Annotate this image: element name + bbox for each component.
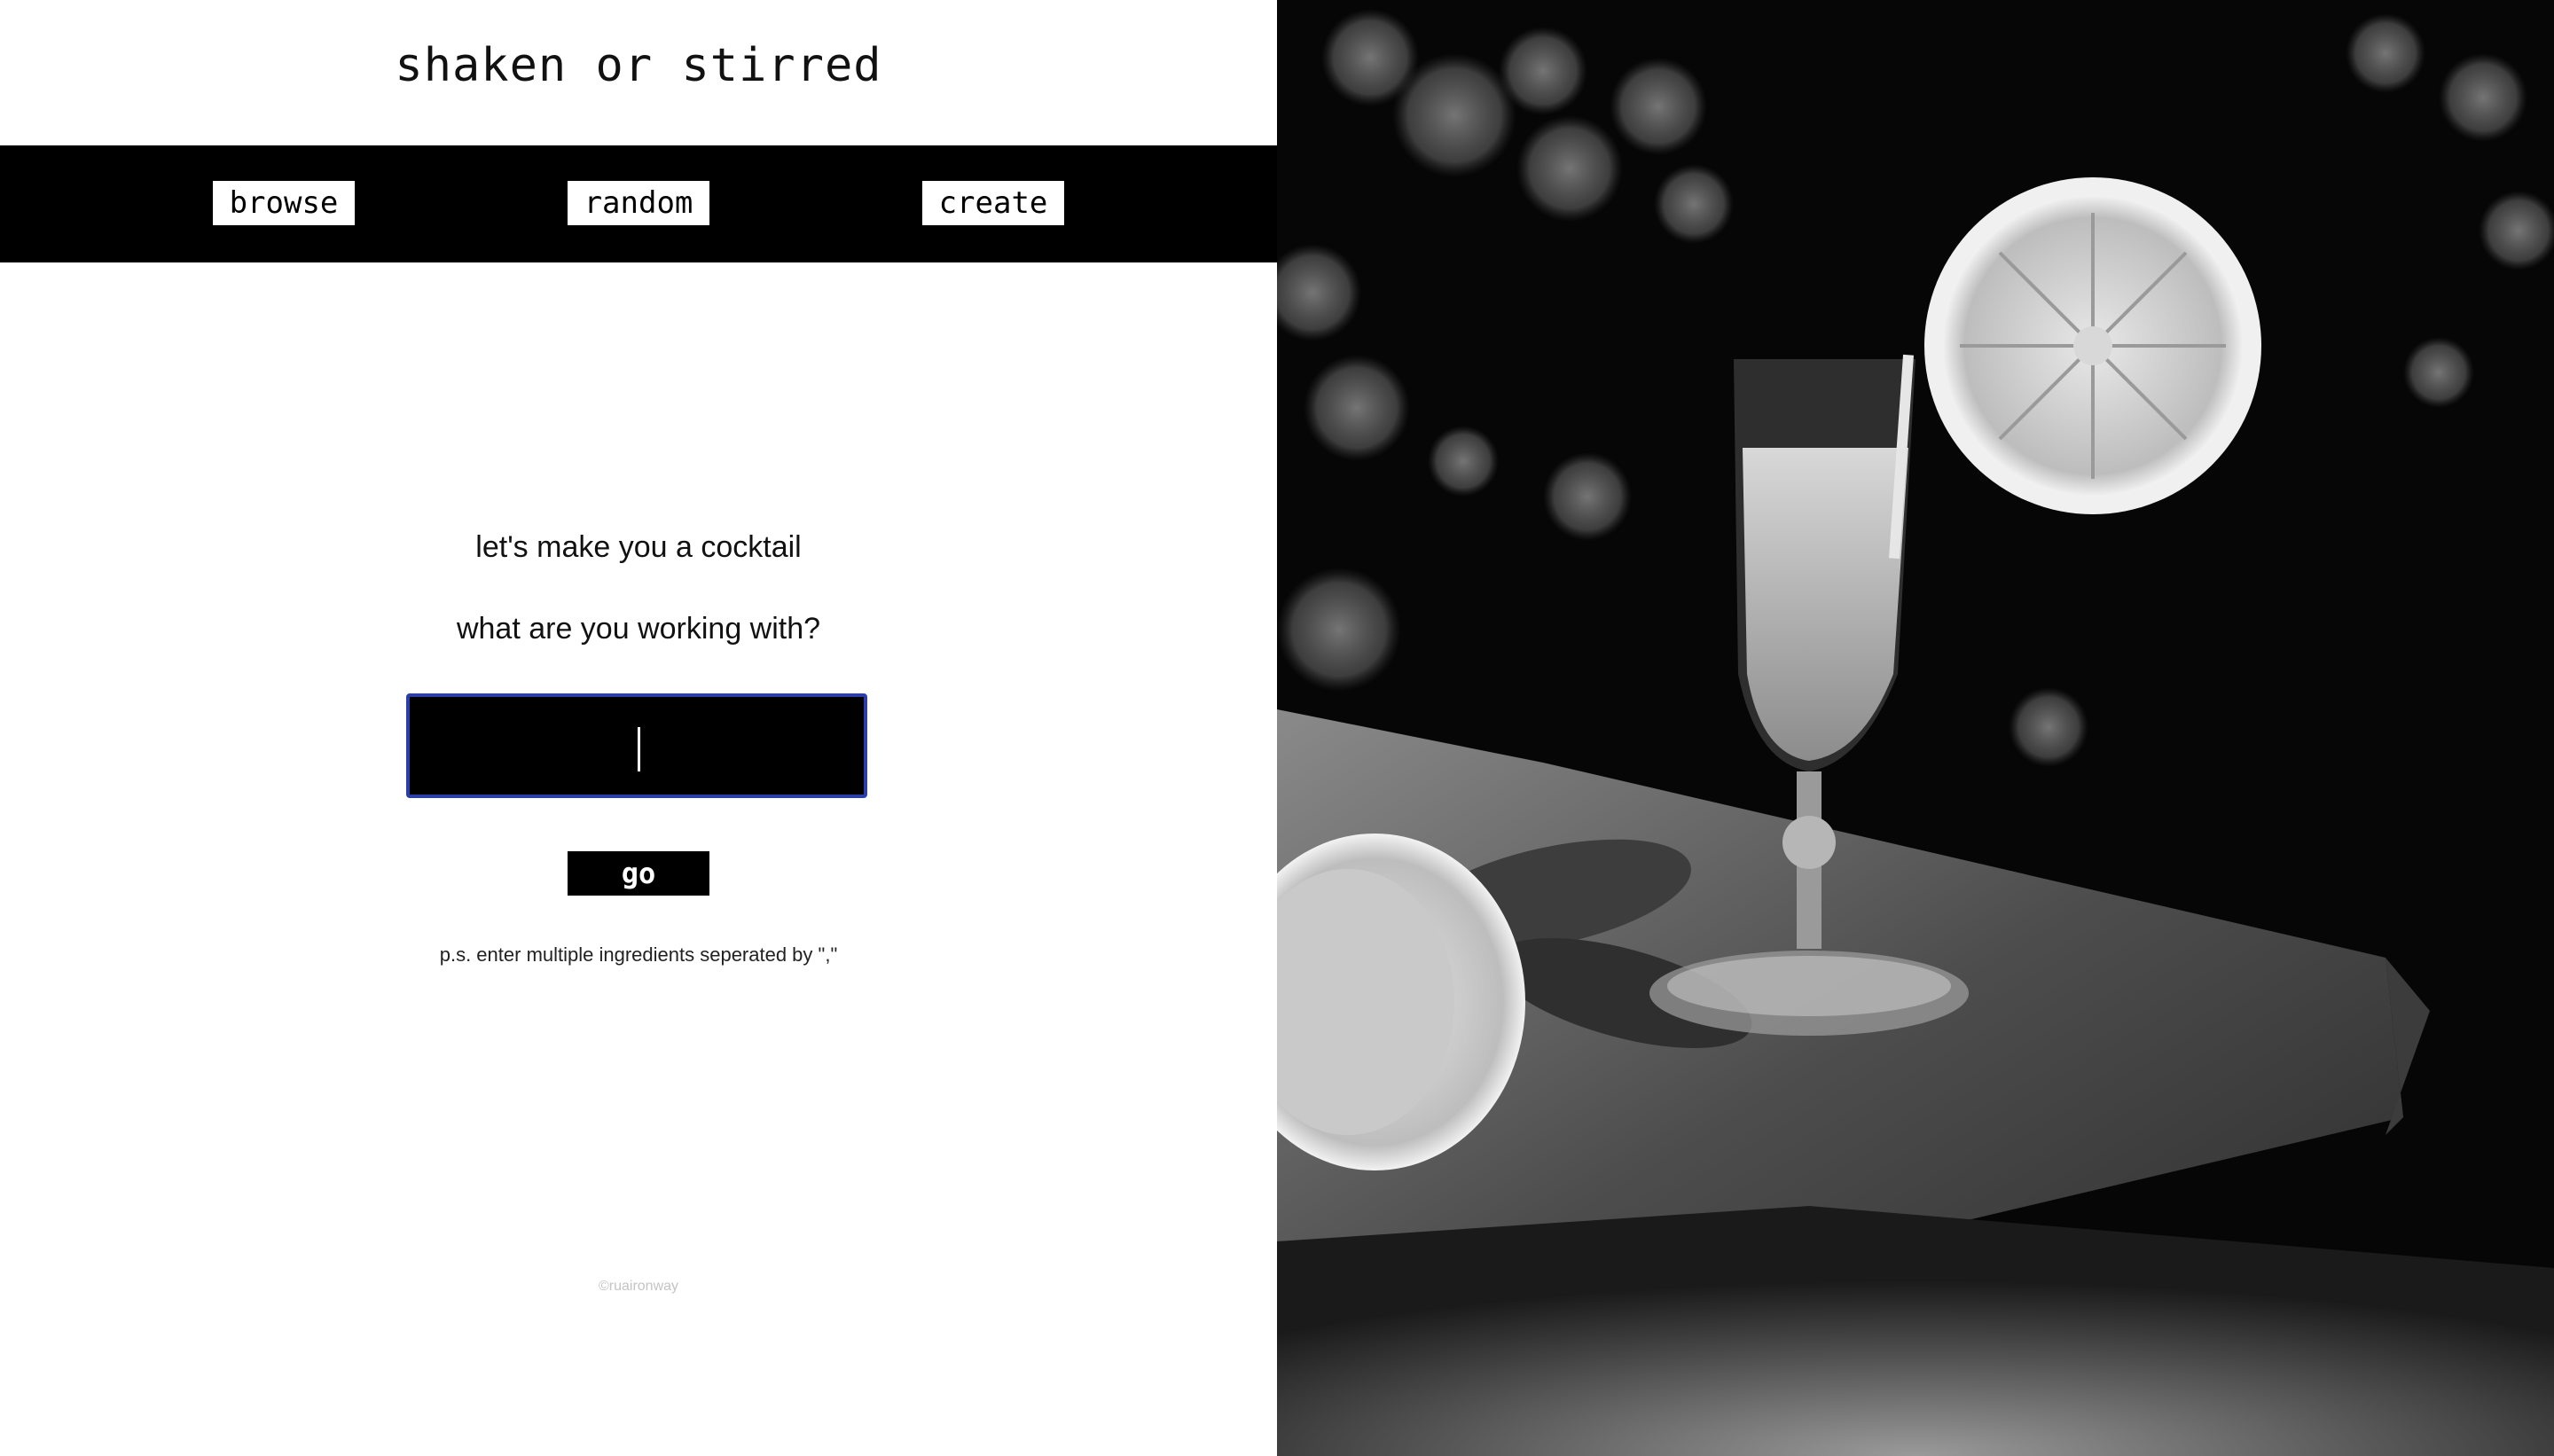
cocktail-photo-icon (1277, 0, 2554, 1456)
text-caret (638, 727, 640, 771)
ingredients-hint: p.s. enter multiple ingredients seperate… (439, 943, 838, 966)
cocktail-photo (1277, 0, 2554, 1456)
left-pane: shaken or stirred browse random create l… (0, 0, 1277, 1456)
footer-credit: ©ruaironway (598, 1279, 679, 1294)
nav-bar: browse random create (0, 145, 1277, 262)
ingredient-input[interactable] (406, 693, 867, 798)
site-title[interactable]: shaken or stirred (0, 39, 1277, 92)
random-button[interactable]: random (568, 181, 709, 225)
go-button[interactable]: go (568, 851, 709, 896)
intro-heading: let's make you a cocktail (475, 530, 802, 564)
browse-button[interactable]: browse (213, 181, 355, 225)
ingredients-question: what are you working with? (456, 612, 821, 646)
create-button[interactable]: create (922, 181, 1064, 225)
